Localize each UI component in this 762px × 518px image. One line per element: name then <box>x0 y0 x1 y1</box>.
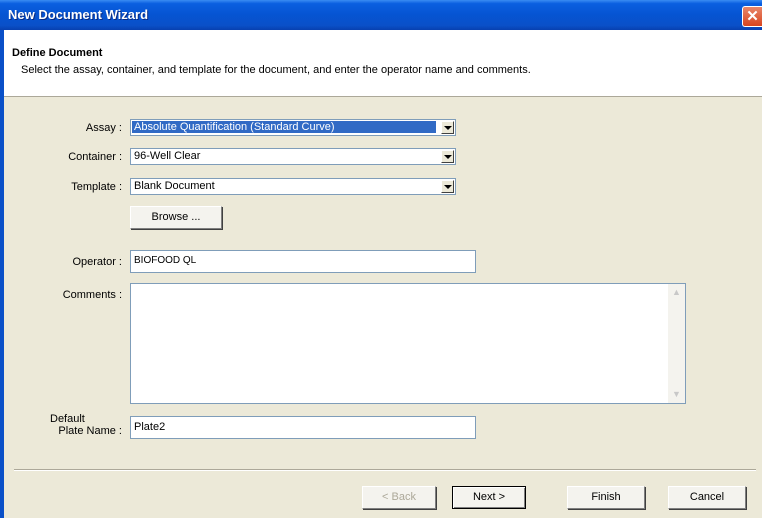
close-icon[interactable]: ✕ <box>742 6 762 27</box>
scroll-up-icon[interactable]: ▲ <box>668 284 685 301</box>
operator-input[interactable]: BIOFOOD QL <box>130 250 476 273</box>
page-title: Define Document <box>12 47 103 59</box>
chevron-down-icon[interactable] <box>441 121 454 134</box>
assay-label: Assay : <box>85 122 122 134</box>
wizard-header: Define Document Select the assay, contai… <box>4 30 762 97</box>
scroll-down-icon[interactable]: ▼ <box>668 386 685 403</box>
browse-button[interactable]: Browse ... <box>130 206 222 229</box>
plate-name-value: Plate2 <box>134 421 166 433</box>
plate-name-input[interactable]: Plate2 <box>130 416 476 439</box>
page-subtitle: Select the assay, container, and templat… <box>21 64 531 76</box>
template-dropdown[interactable]: Blank Document <box>130 178 456 195</box>
assay-dropdown[interactable]: Absolute Quantification (Standard Curve) <box>130 119 456 136</box>
plate-name-label-line1: Default <box>50 413 85 425</box>
back-button[interactable]: < Back <box>362 486 436 509</box>
chevron-down-icon[interactable] <box>441 180 454 193</box>
plate-name-label: Default Plate Name : <box>12 413 122 437</box>
cancel-button[interactable]: Cancel <box>668 486 746 509</box>
operator-value: BIOFOOD QL <box>134 255 197 266</box>
comments-scrollbar[interactable]: ▲ ▼ <box>668 284 685 403</box>
container-value: 96-Well Clear <box>134 150 201 162</box>
comments-label: Comments : <box>62 289 122 301</box>
operator-label: Operator : <box>72 256 122 268</box>
comments-textarea[interactable]: ▲ ▼ <box>130 283 686 404</box>
template-label: Template : <box>71 181 122 193</box>
window-title: New Document Wizard <box>8 7 149 22</box>
container-dropdown[interactable]: 96-Well Clear <box>130 148 456 165</box>
plate-name-label-line2: Plate Name : <box>58 425 122 437</box>
title-bar[interactable]: New Document Wizard ✕ <box>0 0 762 30</box>
finish-button[interactable]: Finish <box>567 486 645 509</box>
next-button[interactable]: Next > <box>452 486 526 509</box>
window-frame <box>0 30 4 518</box>
template-value: Blank Document <box>134 180 215 192</box>
container-label: Container : <box>68 151 122 163</box>
assay-value: Absolute Quantification (Standard Curve) <box>132 121 436 133</box>
chevron-down-icon[interactable] <box>441 150 454 163</box>
divider <box>14 469 756 471</box>
